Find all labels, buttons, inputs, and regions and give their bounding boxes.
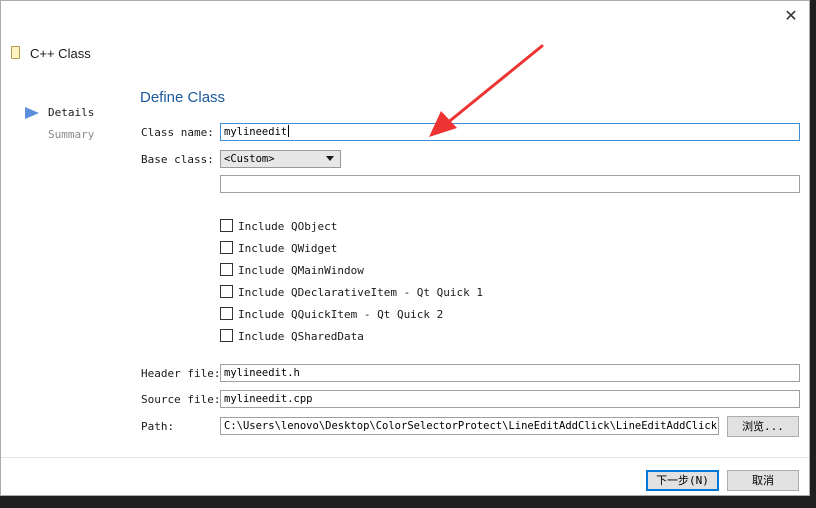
red-arrow-annotation bbox=[429, 44, 544, 137]
annotation-arrow-shaft bbox=[444, 44, 544, 126]
annotation-arrow-head bbox=[429, 111, 457, 137]
